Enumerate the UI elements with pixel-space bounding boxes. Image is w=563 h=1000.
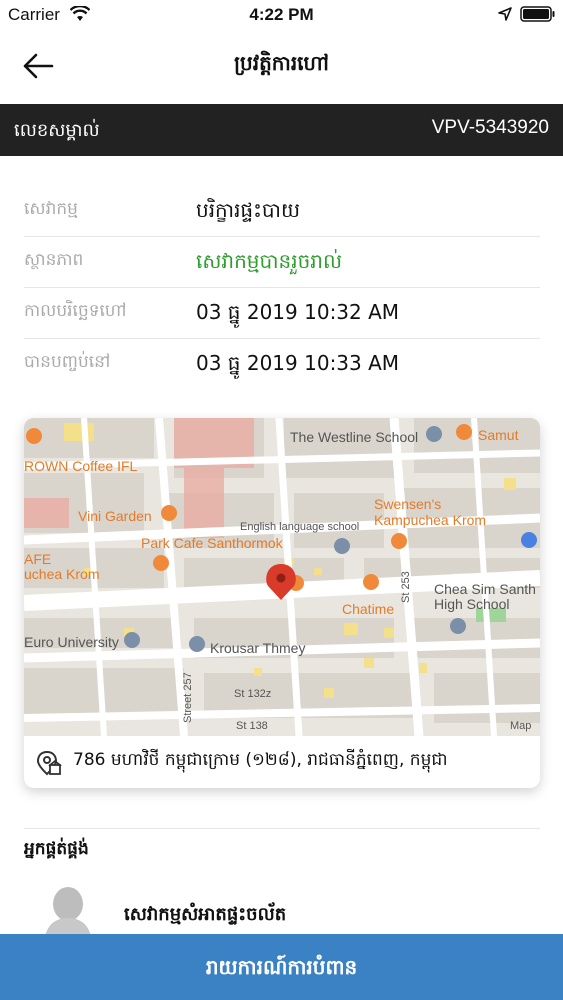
detail-row-status: ស្ថានភាព សេវាកម្មបានរួចរាល់ [24,237,540,288]
map-label: Park Cafe Santhormok [141,535,283,551]
battery-icon [520,6,555,22]
map-card: The Westline School Samut ROWN Coffee IF… [24,418,540,788]
detail-row-call-date: កាលបរិច្ឆេទហៅ 03 ធ្នូ 2019 10:32 AM [24,288,540,339]
map-label: Kampuchea Krom [374,512,487,528]
address-text: 786 មហាវិថី កម្ពុជាក្រោម (១២៨), រាជធានីភ… [73,750,448,770]
detail-row-service: សេវាកម្ម បរិក្ខារផ្ទះបាយ [24,186,540,237]
map-label: St 138 [236,720,268,732]
status-label: ស្ថានភាព [24,250,84,270]
map-label: Samut [478,427,519,443]
call-date-label: កាលបរិច្ឆេទហៅ [24,301,127,321]
map-label: uchea Krom [24,566,100,582]
map-label: ROWN Coffee IFL [24,458,138,474]
map-label: St 132z [234,688,272,700]
detail-row-completed-date: បានបញ្ចប់នៅ 03 ធ្នូ 2019 10:33 AM [24,339,540,390]
divider [24,828,540,829]
location-arrow-icon [498,7,512,21]
nav-bar: ប្រវត្តិការហៅ [0,30,563,104]
map-label: Euro University [24,634,119,650]
address-row: 786 មហាវិថី កម្ពុជាក្រោម (១២៨), រាជធានីភ… [24,736,540,788]
status-bar: Carrier 4:22 PM [0,0,563,30]
clock: 4:22 PM [249,5,314,24]
report-abuse-button[interactable]: រាយការណ៍ការបំពាន [0,934,563,1000]
status-value: សេវាកម្មបានរួចរាល់ [196,249,342,273]
map-label: Swensen's [374,496,442,512]
map-label: AFE [24,551,52,567]
map-label: Krousar Thmey [210,640,306,656]
service-value: បរិក្ខារផ្ទះបាយ [196,198,301,222]
map-label: Chatime [342,601,395,617]
provider-heading: អ្នកផ្គត់ផ្គង់ [24,839,89,859]
map-label: Street 257 [182,672,194,723]
call-date-value: 03 ធ្នូ 2019 10:32 AM [196,300,400,324]
reference-label: លេខសម្គាល់ [14,120,100,141]
map-label: The Westline School [290,429,419,445]
address-pin-icon [36,750,62,776]
reference-bar: លេខសម្គាល់ VPV-5343920 [0,104,563,156]
map-label: Chea Sim Santh [434,581,536,597]
map-label: St 253 [400,571,412,603]
map-attribution: Map [510,720,532,732]
service-label: សេវាកម្ម [24,199,78,219]
map-label: English language school [240,521,360,533]
details-list: សេវាកម្ម បរិក្ខារផ្ទះបាយ ស្ថានភាព សេវាកម… [24,186,540,390]
map-label: Vini Garden [78,508,152,524]
provider-name[interactable]: សេវាកម្មសំអាតផ្ទះចល័ត [124,902,286,929]
map-view[interactable]: The Westline School Samut ROWN Coffee IF… [24,418,540,736]
completed-date-label: បានបញ្ចប់នៅ [24,352,111,372]
completed-date-value: 03 ធ្នូ 2019 10:33 AM [196,351,400,375]
map-label: High School [434,596,510,612]
reference-value: VPV-5343920 [431,117,549,138]
page-title: ប្រវត្តិការហៅ [234,51,329,75]
